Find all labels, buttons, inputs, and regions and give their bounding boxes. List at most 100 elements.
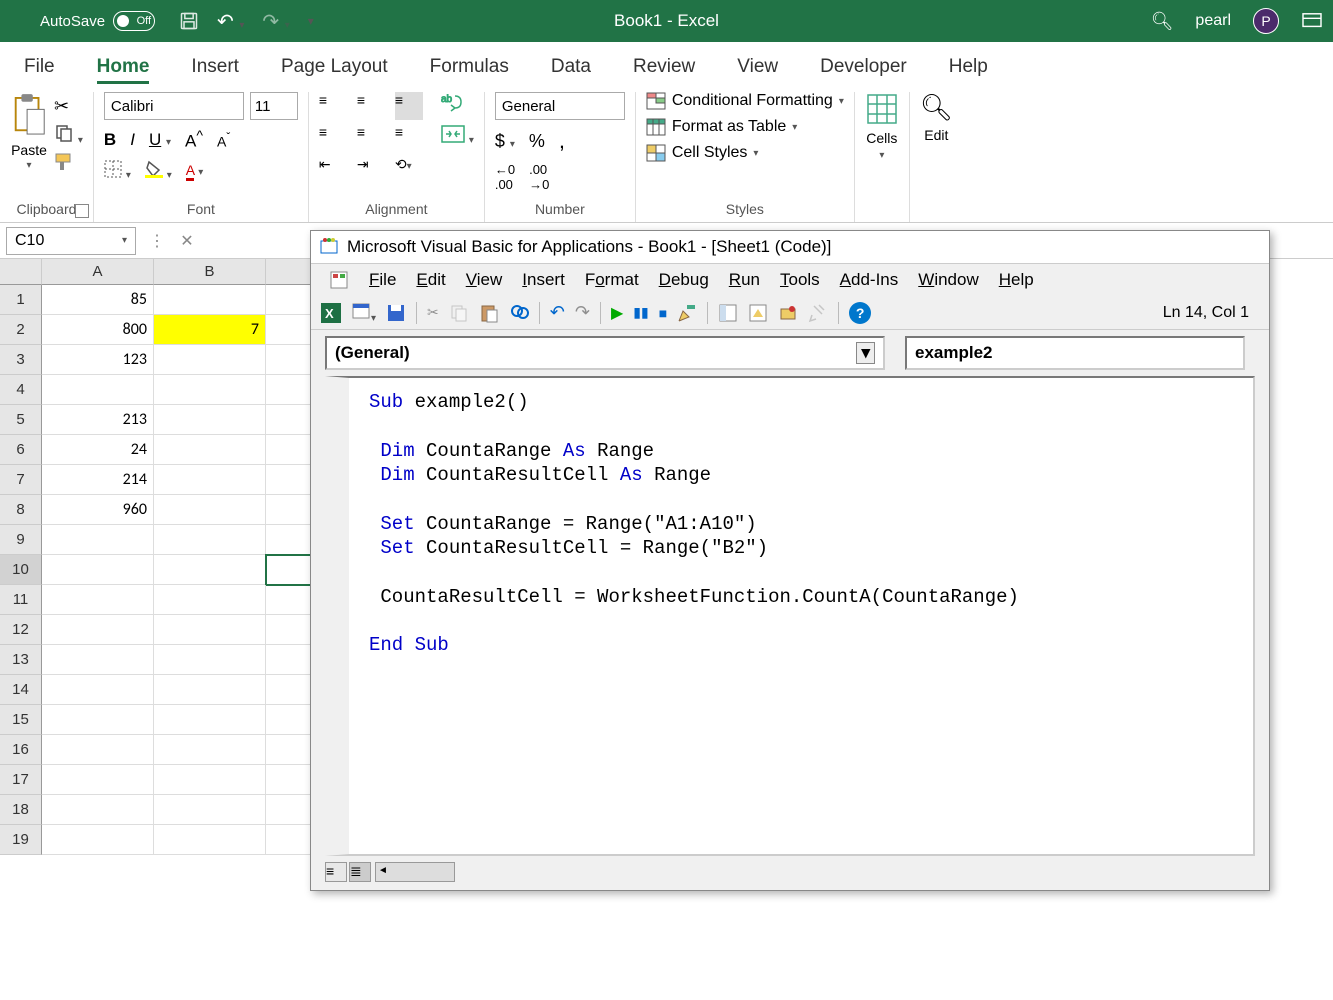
cell[interactable]: 213	[42, 405, 154, 435]
merge-center-icon[interactable]: ▾	[441, 125, 474, 146]
cell[interactable]	[154, 435, 266, 465]
help-icon[interactable]: ?	[849, 302, 871, 324]
cell[interactable]	[154, 405, 266, 435]
cell[interactable]	[154, 645, 266, 675]
excel-icon[interactable]: X	[321, 303, 341, 323]
tab-data[interactable]: Data	[551, 56, 591, 78]
copy-icon[interactable]	[449, 303, 469, 323]
find-icon[interactable]	[509, 303, 529, 323]
toolbox-icon[interactable]	[808, 303, 828, 323]
run-icon[interactable]: ▶	[611, 303, 623, 323]
cell[interactable]	[42, 555, 154, 585]
vba-editor-window[interactable]: Microsoft Visual Basic for Applications …	[310, 230, 1270, 891]
cell[interactable]	[42, 375, 154, 405]
font-size-select[interactable]	[250, 92, 298, 120]
row-header[interactable]: 5	[0, 405, 42, 435]
format-painter-icon[interactable]	[54, 152, 83, 175]
vba-menu-debug[interactable]: Debug	[659, 270, 709, 290]
stop-icon[interactable]: ■	[659, 305, 667, 321]
redo-icon[interactable]: ↷ ▾	[262, 9, 289, 34]
vba-system-icon[interactable]	[329, 270, 349, 290]
cut-icon[interactable]: ✂	[427, 304, 439, 321]
row-header[interactable]: 4	[0, 375, 42, 405]
tab-file[interactable]: File	[24, 56, 55, 78]
tab-home[interactable]: Home	[97, 56, 150, 78]
comma-icon[interactable]: ,	[559, 128, 565, 154]
avatar[interactable]: P	[1253, 8, 1279, 34]
increase-decimal-icon[interactable]: ←0.00	[495, 162, 515, 192]
tab-formulas[interactable]: Formulas	[430, 56, 509, 78]
insert-module-icon[interactable]: ▾	[351, 301, 376, 324]
cell[interactable]	[154, 525, 266, 555]
row-header[interactable]: 17	[0, 765, 42, 795]
cell[interactable]	[42, 825, 154, 855]
full-module-view-button[interactable]: ≣	[349, 862, 371, 882]
cell[interactable]	[154, 375, 266, 405]
vba-menu-run[interactable]: Run	[729, 270, 760, 290]
vba-menu-addins[interactable]: Add-Ins	[840, 270, 899, 290]
cell[interactable]	[42, 675, 154, 705]
vba-menu-insert[interactable]: Insert	[522, 270, 565, 290]
redo-icon[interactable]: ↷	[575, 302, 590, 323]
cell[interactable]	[154, 285, 266, 315]
row-header[interactable]: 11	[0, 585, 42, 615]
horizontal-scrollbar[interactable]	[375, 862, 455, 882]
properties-icon[interactable]	[748, 303, 768, 323]
tab-insert[interactable]: Insert	[191, 56, 239, 78]
procedure-view-button[interactable]: ≡	[325, 862, 347, 882]
paste-button[interactable]: Paste ▾	[10, 92, 48, 201]
cell[interactable]	[154, 675, 266, 705]
underline-button[interactable]: U ▾	[149, 130, 171, 150]
currency-icon[interactable]: $ ▾	[495, 131, 515, 152]
row-header[interactable]: 1	[0, 285, 42, 315]
percent-icon[interactable]: %	[529, 131, 545, 152]
clipboard-dialog-launcher[interactable]	[75, 204, 89, 218]
cell[interactable]	[154, 495, 266, 525]
autosave-switch[interactable]: Off	[113, 11, 155, 31]
col-header-A[interactable]: A	[42, 259, 154, 285]
cell[interactable]	[154, 585, 266, 615]
orientation-icon[interactable]: ⟲▾	[395, 156, 423, 184]
row-header[interactable]: 3	[0, 345, 42, 375]
vba-menu-window[interactable]: Window	[918, 270, 978, 290]
vba-object-dropdown[interactable]: (General)▾	[325, 336, 885, 370]
italic-button[interactable]: I	[130, 130, 135, 150]
align-bottom-icon[interactable]: ≡	[395, 92, 423, 120]
tab-developer[interactable]: Developer	[820, 56, 907, 78]
save-icon[interactable]	[179, 11, 199, 31]
align-top-icon[interactable]: ≡	[319, 92, 347, 120]
paste-icon[interactable]	[479, 303, 499, 323]
vba-menu-file[interactable]: File	[369, 270, 396, 290]
row-header[interactable]: 2	[0, 315, 42, 345]
cell[interactable]	[42, 585, 154, 615]
decrease-indent-icon[interactable]: ⇤	[319, 156, 347, 184]
row-header[interactable]: 9	[0, 525, 42, 555]
cell[interactable]: 24	[42, 435, 154, 465]
row-header[interactable]: 15	[0, 705, 42, 735]
row-header[interactable]: 16	[0, 735, 42, 765]
number-format-select[interactable]	[495, 92, 625, 120]
cell[interactable]	[154, 765, 266, 795]
vba-menu-view[interactable]: View	[466, 270, 503, 290]
decrease-font-icon[interactable]: Aˇ	[217, 131, 230, 150]
object-browser-icon[interactable]	[778, 303, 798, 323]
row-header[interactable]: 13	[0, 645, 42, 675]
vba-menu-help[interactable]: Help	[999, 270, 1034, 290]
row-header[interactable]: 14	[0, 675, 42, 705]
editing-button[interactable]: 🔍︎ Edit	[920, 92, 953, 143]
search-icon[interactable]: 🔍︎	[1151, 11, 1174, 32]
decrease-decimal-icon[interactable]: .00→0	[529, 162, 549, 192]
cell[interactable]: 7	[154, 315, 266, 345]
save-icon[interactable]	[386, 303, 406, 323]
cell[interactable]	[42, 705, 154, 735]
tab-page-layout[interactable]: Page Layout	[281, 56, 388, 78]
font-name-select[interactable]	[104, 92, 244, 120]
tab-help[interactable]: Help	[949, 56, 988, 78]
name-box[interactable]: C10▾	[6, 227, 136, 255]
vba-menu-edit[interactable]: Edit	[416, 270, 445, 290]
cell[interactable]	[154, 465, 266, 495]
increase-font-icon[interactable]: A^	[185, 128, 203, 152]
borders-icon[interactable]: ▾	[104, 160, 131, 181]
align-middle-icon[interactable]: ≡	[357, 92, 385, 120]
cell[interactable]	[154, 795, 266, 825]
